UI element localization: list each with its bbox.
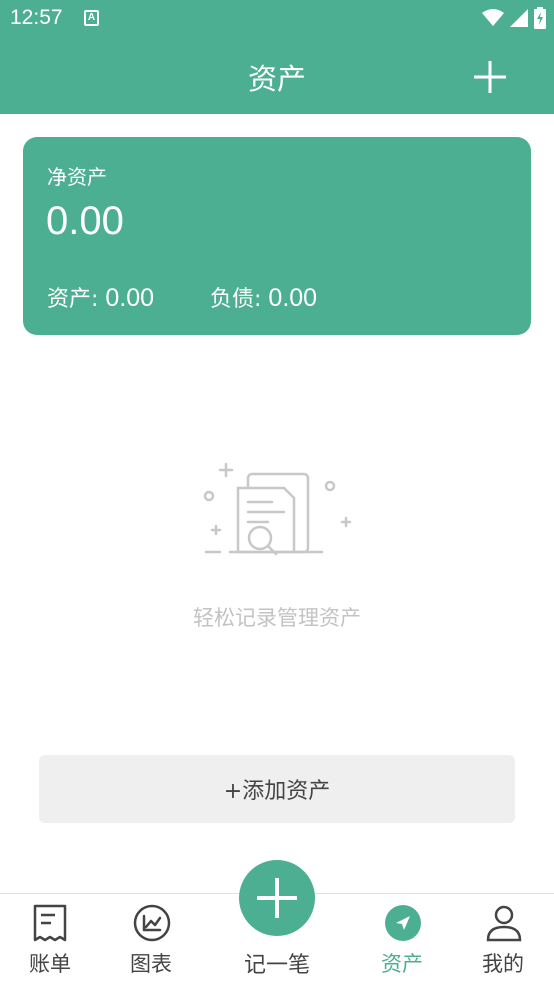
liabilities-value: 0.00 (268, 284, 318, 312)
status-bar: 12:57 A (0, 0, 554, 36)
add-asset-button[interactable]: +添加资产 (39, 755, 515, 823)
assets-summary: 资产: 0.00 (47, 281, 154, 313)
battery-icon (534, 7, 546, 29)
nav-label-assets: 资产 (381, 952, 423, 976)
notification-icon: A (84, 10, 99, 26)
signal-icon (510, 9, 528, 27)
empty-document-icon (203, 462, 352, 556)
liabilities-label: 负债: (210, 287, 262, 312)
person-icon (486, 905, 522, 942)
liabilities-summary: 负债: 0.00 (210, 281, 317, 313)
empty-state-message: 轻松记录管理资产 (193, 606, 361, 630)
plus-icon (257, 878, 297, 918)
app-header: 资产 (0, 36, 554, 114)
nav-item-charts[interactable]: 图表 (101, 894, 201, 984)
assets-label: 资产: (47, 287, 99, 312)
net-assets-value: 0.00 (46, 199, 124, 243)
asset-icon (385, 905, 421, 941)
nav-label-bills: 账单 (29, 952, 71, 976)
nav-item-bills[interactable]: 账单 (0, 894, 100, 984)
chart-icon (133, 904, 171, 942)
nav-item-mine[interactable]: 我的 (453, 894, 553, 984)
nav-item-assets[interactable]: 资产 (352, 894, 452, 984)
record-button[interactable] (239, 860, 315, 936)
nav-label-charts: 图表 (130, 952, 172, 976)
record-label: 记一笔 (243, 953, 310, 978)
add-icon[interactable] (472, 59, 508, 95)
net-assets-label: 净资产 (47, 165, 107, 189)
nav-label-mine: 我的 (482, 952, 524, 976)
wifi-icon (482, 9, 504, 26)
status-time: 12:57 (10, 6, 63, 29)
page-title: 资产 (247, 62, 306, 96)
status-icons (482, 7, 546, 29)
net-assets-card: 净资产 0.00 资产: 0.00 负债: 0.00 (23, 137, 531, 335)
bill-icon (33, 904, 67, 942)
assets-value: 0.00 (105, 284, 155, 312)
